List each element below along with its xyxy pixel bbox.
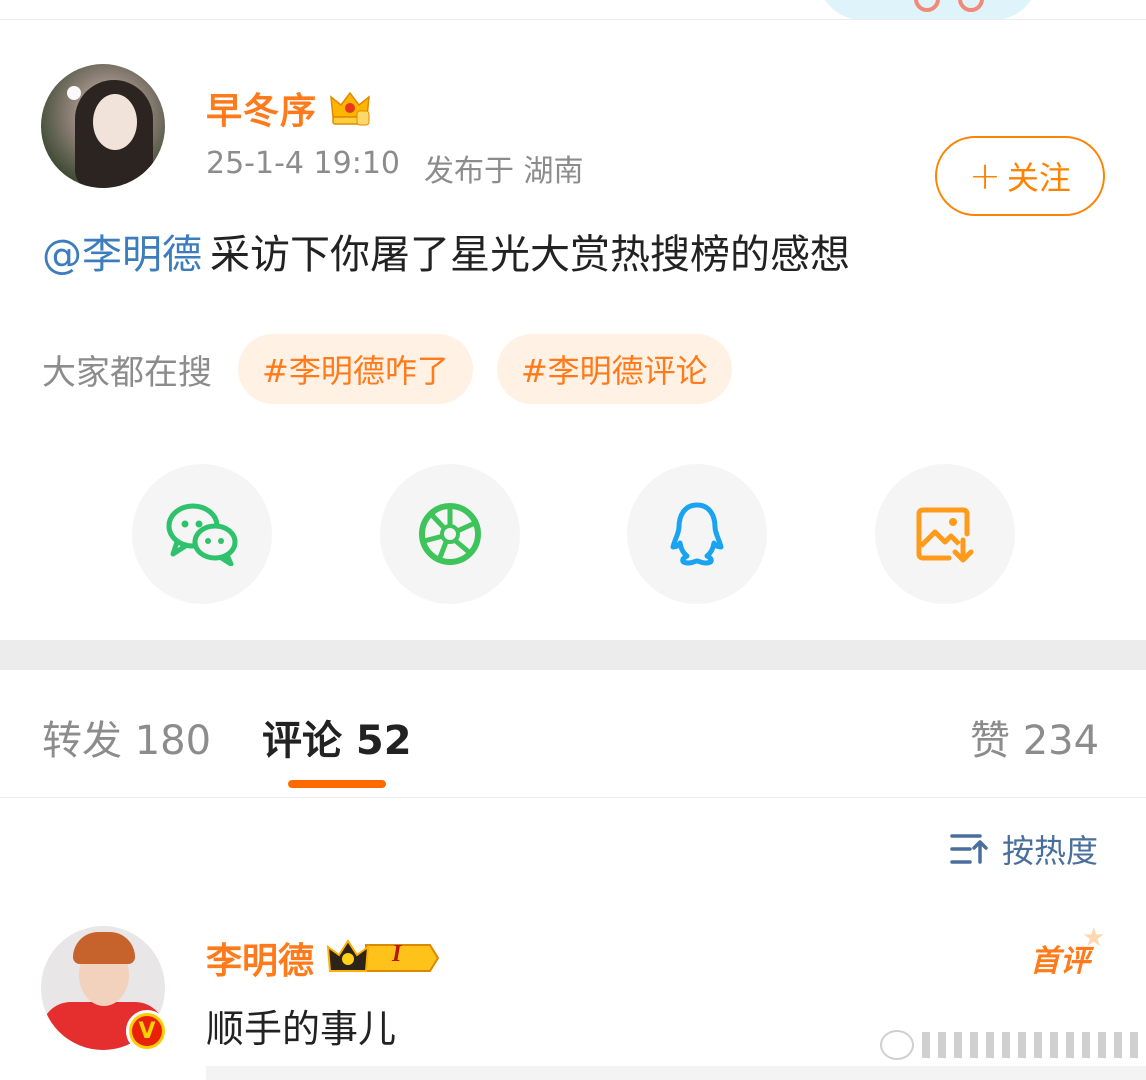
commenter-name-row: 李明德 I — [206, 932, 440, 984]
active-tab-indicator — [288, 780, 386, 788]
member-level-badge: I — [326, 937, 440, 979]
post-header: 早冬序 25-1-4 19:10 发布于 湖南 + 关注 — [0, 60, 1146, 216]
trending-search-row: 大家都在搜 #李明德咋了 #李明德评论 — [42, 334, 756, 404]
commenter-username[interactable]: 李明德 — [206, 932, 314, 984]
post-body-text: 采访下你屠了星光大赏热搜榜的感想 — [210, 232, 850, 278]
comment-text: 顺手的事儿 — [206, 1007, 397, 1051]
plus-icon: + — [969, 154, 1001, 198]
trending-tag-1[interactable]: #李明德咋了 — [238, 334, 473, 404]
trending-tag-2[interactable]: #李明德评论 — [496, 334, 732, 404]
banner-decoration — [818, 0, 1038, 19]
star-icon: ★ — [1082, 923, 1106, 953]
sort-label: 按热度 — [1002, 832, 1099, 870]
post-content: @李明德 采访下你屠了星光大赏热搜榜的感想 — [42, 222, 850, 280]
watermark — [880, 1030, 1146, 1060]
crown-badge-icon — [329, 89, 371, 127]
top-decoration-strip — [0, 0, 1146, 20]
tab-like[interactable]: 赞 234 — [970, 708, 1099, 766]
moments-icon — [419, 503, 481, 565]
share-row — [0, 464, 1146, 604]
author-name-row: 早冬序 — [206, 82, 371, 134]
section-divider — [0, 640, 1146, 670]
wechat-icon — [166, 503, 238, 566]
level-number: I — [392, 941, 402, 967]
share-moments-button[interactable] — [380, 464, 520, 604]
sort-icon — [950, 834, 988, 864]
save-image-icon — [916, 507, 974, 563]
verified-badge-icon: V — [126, 1010, 168, 1052]
author-username[interactable]: 早冬序 — [206, 82, 317, 134]
post-date: 25-1-4 19:10 — [206, 146, 400, 181]
trending-label: 大家都在搜 — [42, 352, 212, 393]
reply-preview-strip — [206, 1066, 1146, 1080]
sort-button[interactable]: 按热度 — [950, 826, 1098, 872]
author-avatar[interactable] — [41, 64, 165, 188]
mention-link[interactable]: @李明德 — [42, 232, 202, 278]
first-comment-badge: 首评 — [1030, 944, 1090, 979]
interaction-tabs: 转发 180 评论 52 赞 234 — [0, 670, 1146, 798]
qq-icon — [670, 502, 724, 566]
share-qq-button[interactable] — [627, 464, 767, 604]
follow-button[interactable]: + 关注 — [935, 136, 1105, 216]
post-meta: 25-1-4 19:10 发布于 湖南 — [206, 146, 584, 190]
follow-label: 关注 — [1006, 159, 1071, 197]
save-image-button[interactable] — [875, 464, 1015, 604]
weibo-logo-icon — [880, 1030, 914, 1060]
post-location: 发布于 湖南 — [424, 154, 584, 189]
tab-repost[interactable]: 转发 180 — [42, 708, 211, 766]
share-wechat-button[interactable] — [132, 464, 272, 604]
tab-comment[interactable]: 评论 52 — [262, 708, 412, 766]
